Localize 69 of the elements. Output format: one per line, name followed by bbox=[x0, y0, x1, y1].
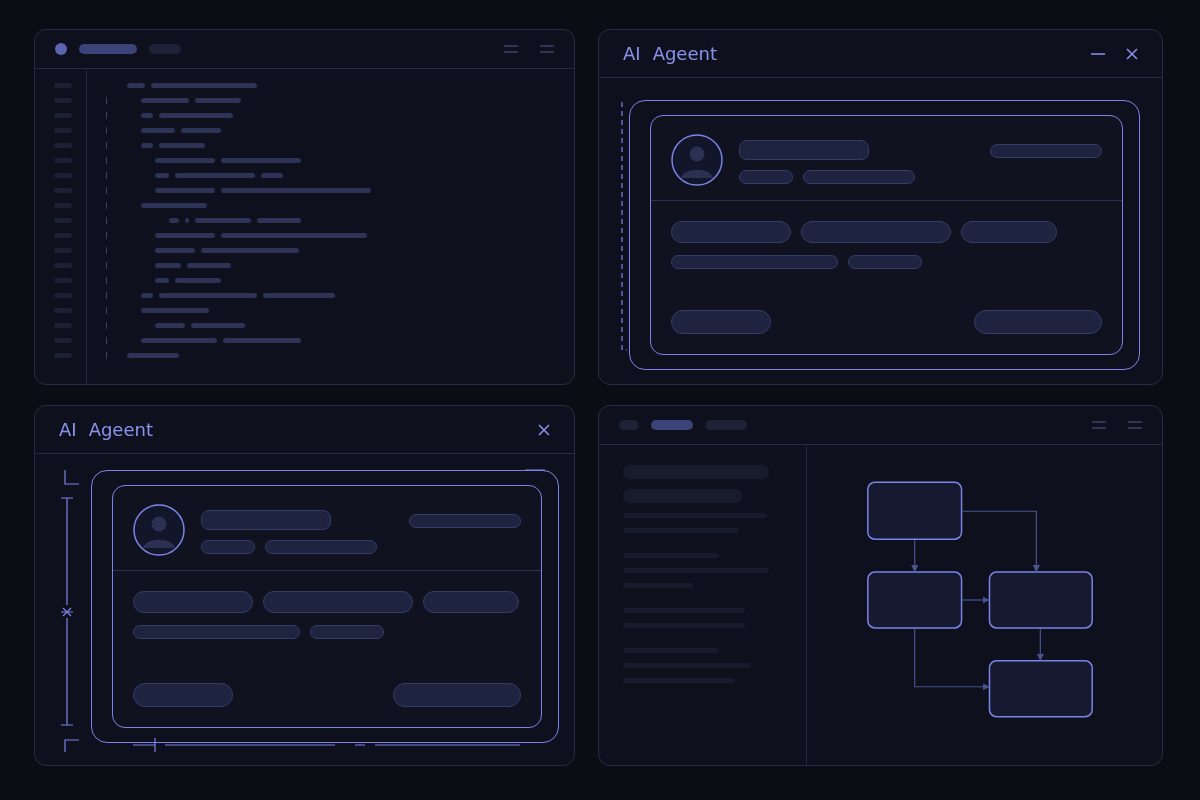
code-token-bar bbox=[155, 233, 215, 238]
bracket-mark bbox=[103, 202, 107, 209]
code-token-bar bbox=[175, 278, 221, 283]
status-dot bbox=[55, 43, 67, 55]
bracket-mark bbox=[103, 292, 107, 299]
bracket-mark bbox=[103, 217, 107, 224]
tab-pill[interactable] bbox=[79, 44, 137, 54]
code-token-bar bbox=[191, 323, 245, 328]
placeholder-button[interactable] bbox=[133, 683, 233, 707]
bracket-mark bbox=[103, 127, 107, 134]
bracket-mark bbox=[103, 247, 107, 254]
bracket-mark bbox=[103, 97, 107, 104]
tab-pill[interactable] bbox=[619, 420, 639, 430]
lines-icon[interactable] bbox=[504, 45, 518, 53]
code-token-bar bbox=[141, 143, 153, 148]
bracket-mark bbox=[103, 232, 107, 239]
bracket-mark bbox=[103, 172, 107, 179]
bracket-mark bbox=[103, 142, 107, 149]
code-token-bar bbox=[141, 203, 207, 208]
avatar-icon bbox=[133, 504, 185, 556]
code-token-bar bbox=[263, 293, 335, 298]
code-token-bar bbox=[141, 308, 209, 313]
code-token-bar bbox=[155, 323, 185, 328]
bracket-mark bbox=[103, 277, 107, 284]
tab-pill[interactable] bbox=[149, 44, 181, 54]
code-token-bar bbox=[141, 293, 153, 298]
bracket-mark bbox=[103, 262, 107, 269]
code-token-bar bbox=[155, 278, 169, 283]
code-token-bar bbox=[127, 353, 179, 358]
code-token-bar bbox=[141, 128, 175, 133]
code-token-bar bbox=[187, 263, 231, 268]
code-token-bar bbox=[257, 218, 301, 223]
code-token-bar bbox=[181, 128, 221, 133]
code-token-bar bbox=[261, 173, 283, 178]
code-token-bar bbox=[169, 218, 179, 223]
window-title: AI Ageent bbox=[623, 43, 717, 64]
code-token-bar bbox=[155, 158, 215, 163]
code-token-bar bbox=[195, 218, 251, 223]
bracket-mark bbox=[103, 157, 107, 164]
code-token-bar bbox=[159, 143, 205, 148]
menu-icon[interactable] bbox=[1128, 421, 1142, 429]
code-token-bar bbox=[155, 188, 215, 193]
close-icon[interactable] bbox=[536, 421, 552, 438]
placeholder-button[interactable] bbox=[671, 310, 771, 334]
bracket-mark bbox=[103, 187, 107, 194]
close-icon[interactable] bbox=[1124, 45, 1140, 62]
skeleton-bar bbox=[739, 170, 793, 184]
bracket-mark bbox=[103, 337, 107, 344]
code-token-bar bbox=[155, 263, 181, 268]
code-token-bar bbox=[141, 98, 189, 103]
code-token-bar bbox=[141, 113, 153, 118]
placeholder-button[interactable] bbox=[974, 310, 1102, 334]
tab-pill[interactable] bbox=[651, 420, 693, 430]
bracket-mark bbox=[103, 307, 107, 314]
window-title: AI Ageent bbox=[59, 419, 153, 440]
menu-icon[interactable] bbox=[540, 45, 554, 53]
tab-pill[interactable] bbox=[705, 420, 747, 430]
code-token-bar bbox=[155, 248, 195, 253]
placeholder-button[interactable] bbox=[393, 683, 521, 707]
code-token-bar bbox=[155, 173, 169, 178]
avatar-icon bbox=[671, 134, 723, 186]
bracket-mark bbox=[103, 112, 107, 119]
lines-icon[interactable] bbox=[1092, 421, 1106, 429]
code-token-bar bbox=[185, 218, 189, 223]
bracket-mark bbox=[103, 322, 107, 329]
code-token-bar bbox=[195, 98, 241, 103]
bracket-mark bbox=[103, 352, 107, 359]
skeleton-bar bbox=[201, 540, 255, 554]
code-token-bar bbox=[127, 83, 145, 88]
